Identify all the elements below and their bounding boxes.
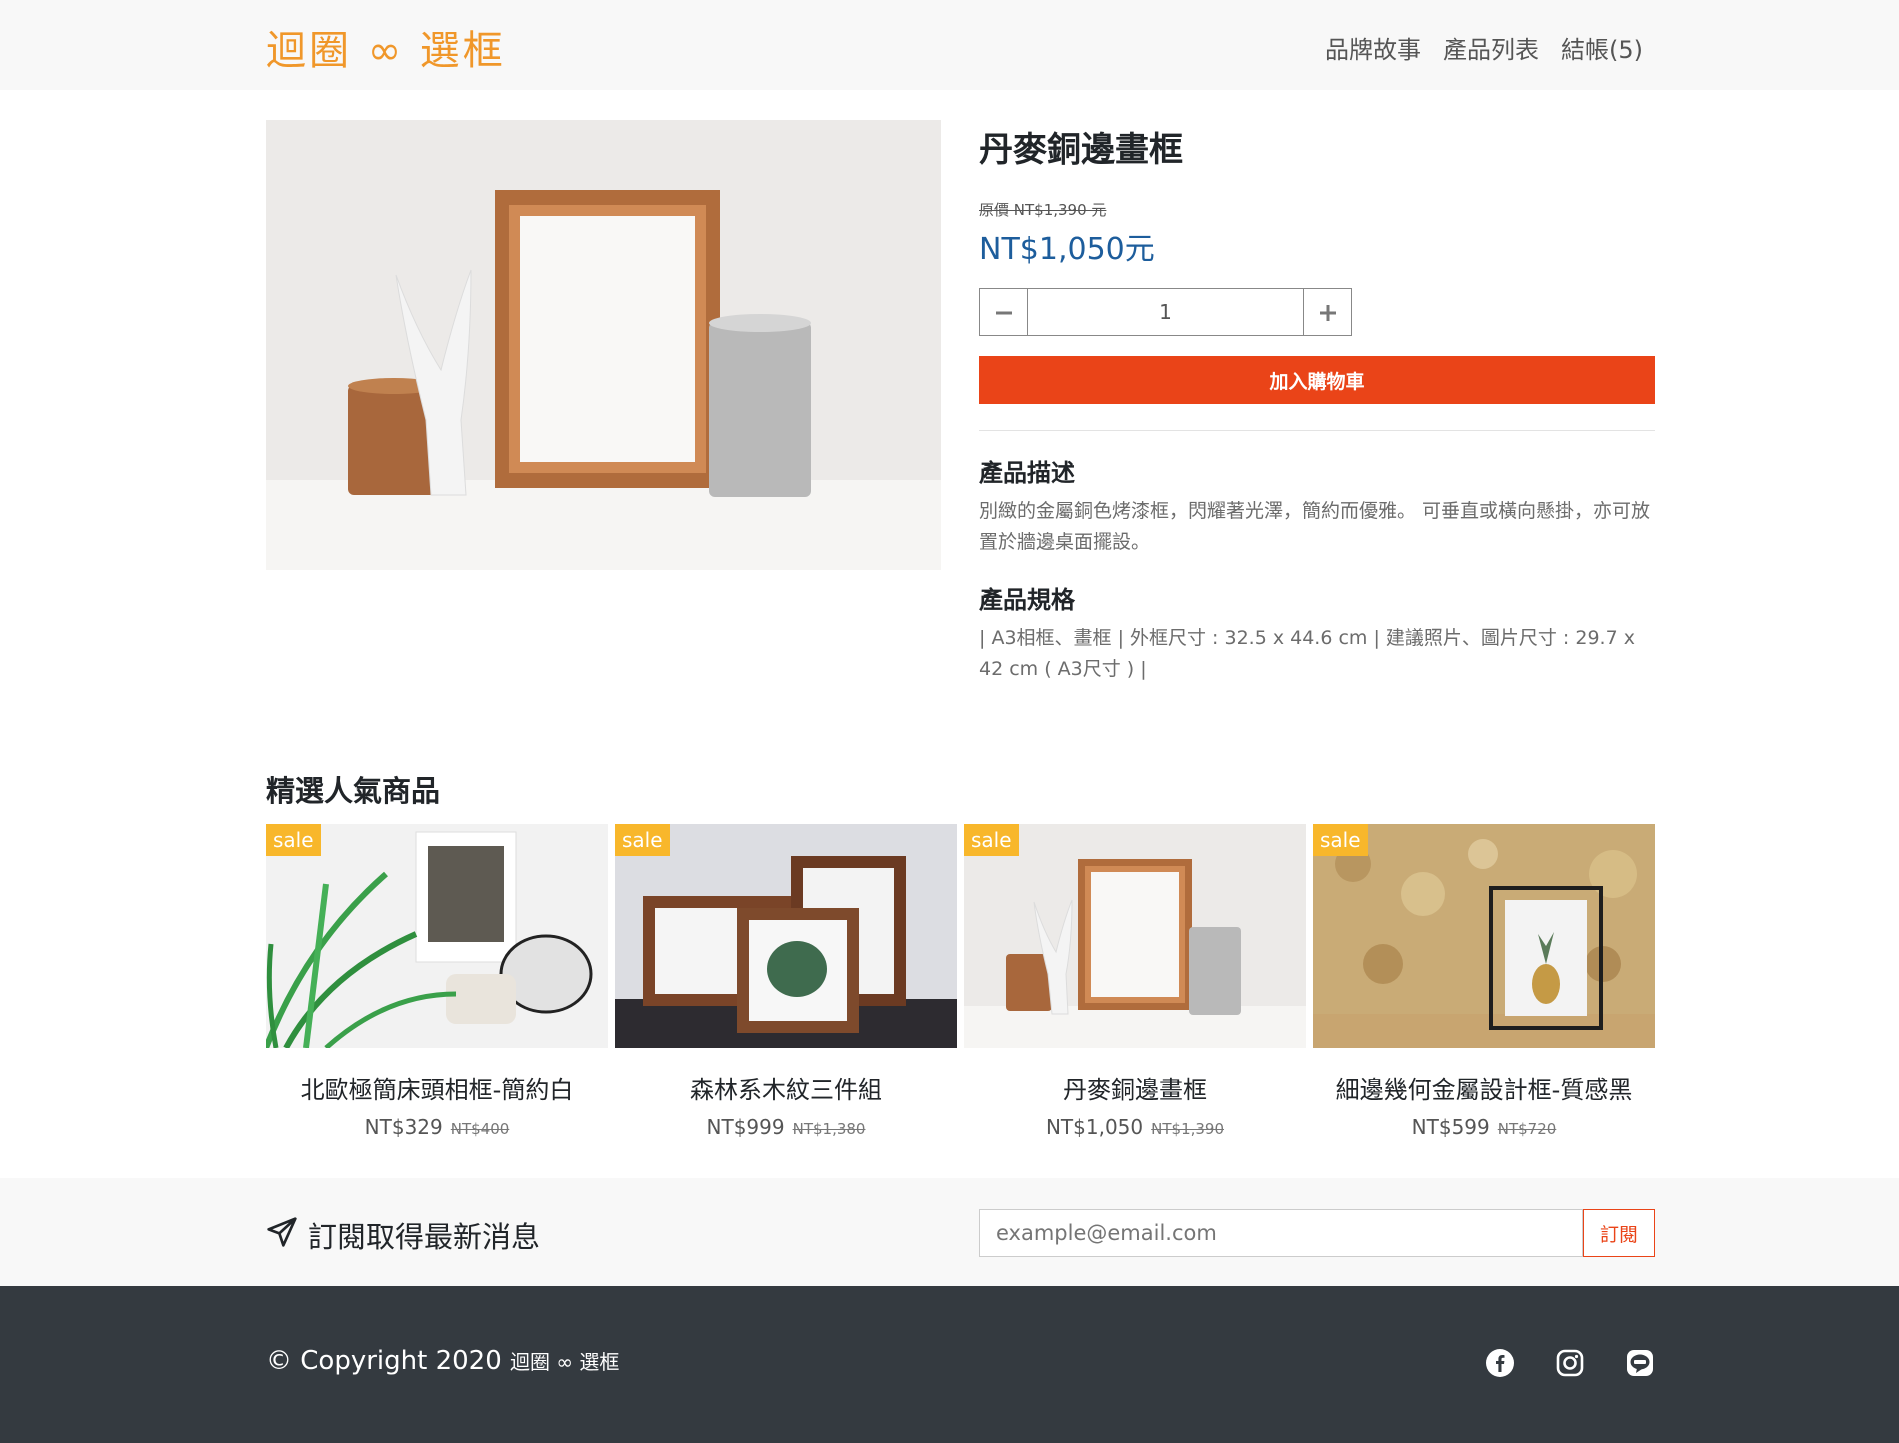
sale-badge: sale [615,824,670,856]
email-input[interactable] [979,1209,1583,1257]
decrease-quantity-button[interactable] [980,289,1028,335]
nav-link-checkout[interactable]: 結帳(5) [1561,30,1643,65]
product-card-prices: NT$329 NT$400 [266,1115,608,1139]
product-card[interactable]: sale 北歐極簡床頭相框-簡約白 NT$329 NT$400 [266,824,608,1139]
brand-logo[interactable]: 迴圈 ∞ 選框 [266,18,506,76]
increase-quantity-button[interactable] [1303,289,1351,335]
featured-title: 精選人氣商品 [266,774,441,808]
sale-price: NT$1,050元 [979,232,1155,267]
product-image [266,120,941,570]
product-card-prices: NT$599 NT$720 [1313,1115,1655,1139]
minus-icon [995,295,1013,330]
product-title: 丹麥銅邊畫框 [979,130,1183,170]
product-card-name: 森林系木紋三件組 [690,1076,882,1104]
product-card[interactable]: sale 丹麥銅邊畫框 NT$1,050 NT$1,390 [964,824,1306,1139]
product-card-price: NT$999 [706,1115,785,1139]
sale-badge: sale [1313,824,1368,856]
product-card-prices: NT$1,050 NT$1,390 [964,1115,1306,1139]
spec-text: | A3相框、畫框 | 外框尺寸 : 32.5 x 44.6 cm | 建議照片… [979,627,1635,680]
add-to-cart-button[interactable]: 加入購物車 [979,356,1655,404]
social-links [1485,1348,1655,1378]
subscribe-title: 訂閱取得最新消息 [266,1214,540,1256]
description-text: 別緻的金屬銅色烤漆框，閃耀著光澤，簡約而優雅。 可垂直或橫向懸掛，亦可放置於牆邊… [979,500,1651,553]
product-detail: 丹麥銅邊畫框 原價 NT$1,390 元 NT$1,050元 加入購物車 產品描… [979,120,1655,685]
spec-heading: 產品規格 [979,586,1075,614]
product-card[interactable]: sale 細邊幾何金屬設計框-質感黑 NT$599 NT$720 [1313,824,1655,1139]
product-card-name: 北歐極簡床頭相框-簡約白 [300,1076,574,1104]
original-price: 原價 NT$1,390 元 [979,201,1107,219]
instagram-icon[interactable] [1555,1348,1585,1378]
product-card-price: NT$599 [1411,1115,1490,1139]
product-card[interactable]: sale 森林系木紋三件組 NT$999 NT$1,380 [615,824,957,1139]
sale-badge: sale [964,824,1019,856]
product-card-name: 細邊幾何金屬設計框-質感黑 [1335,1076,1633,1104]
footer-brand: 迴圈 ∞ 選框 [510,1350,620,1374]
product-card-image: sale [615,824,957,1048]
product-card-image: sale [1313,824,1655,1048]
subscribe-form: 訂閱 [979,1209,1655,1257]
navbar: 迴圈 ∞ 選框 品牌故事 產品列表 結帳(5) [0,0,1899,90]
product-card-prices: NT$999 NT$1,380 [615,1115,957,1139]
description-heading: 產品描述 [979,459,1075,487]
subscribe-button[interactable]: 訂閱 [1583,1209,1655,1257]
product-card-old-price: NT$720 [1497,1120,1557,1138]
nav-links: 品牌故事 產品列表 結帳(5) [1325,30,1643,65]
product-card-image: sale [964,824,1306,1048]
nav-link-products[interactable]: 產品列表 [1443,30,1539,65]
product-card-image: sale [266,824,608,1048]
quantity-stepper [979,288,1352,336]
facebook-icon[interactable] [1485,1348,1515,1378]
copyright: © Copyright 2020 迴圈 ∞ 選框 [266,1346,619,1376]
nav-link-brand-story[interactable]: 品牌故事 [1325,30,1421,65]
plus-icon [1319,295,1337,330]
quantity-input[interactable] [1028,289,1303,335]
copyright-text: © Copyright 2020 [266,1346,502,1376]
product-card-old-price: NT$400 [450,1120,510,1138]
featured-products: sale 北歐極簡床頭相框-簡約白 NT$329 NT$400 sale 森林系木… [266,824,1655,1139]
sale-badge: sale [266,824,321,856]
subscribe-section: 訂閱取得最新消息 訂閱 [0,1178,1899,1286]
divider [979,430,1655,431]
subscribe-title-text: 訂閱取得最新消息 [308,1220,541,1254]
paper-plane-icon [266,1216,298,1255]
product-card-name: 丹麥銅邊畫框 [1063,1076,1207,1104]
product-card-old-price: NT$1,380 [792,1120,866,1138]
footer: © Copyright 2020 迴圈 ∞ 選框 [0,1286,1899,1443]
product-card-price: NT$1,050 [1045,1115,1144,1139]
product-card-price: NT$329 [364,1115,443,1139]
product-card-old-price: NT$1,390 [1151,1120,1225,1138]
line-icon[interactable] [1625,1348,1655,1378]
